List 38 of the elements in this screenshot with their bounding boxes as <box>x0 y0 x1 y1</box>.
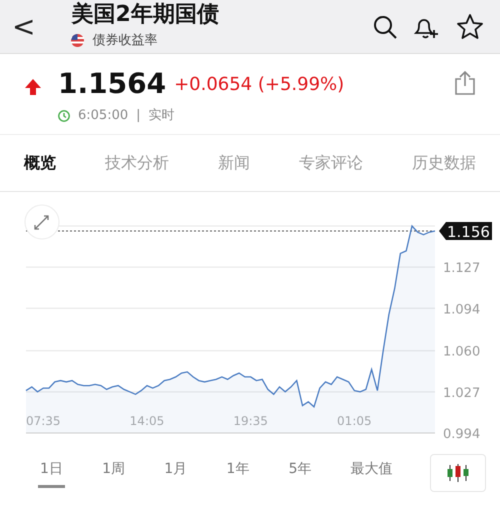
price-tag: 1.156 <box>439 222 492 240</box>
price-value: 1.1564 <box>58 70 166 98</box>
y-axis-label: 1.127 <box>443 260 480 276</box>
flag-icon <box>71 34 84 48</box>
x-axis-label: 19:35 <box>233 414 268 428</box>
y-axis-label: 1.094 <box>443 302 480 317</box>
candlestick-icon <box>446 464 470 482</box>
x-axis-label: 14:05 <box>130 414 164 428</box>
search-icon[interactable] <box>372 14 398 40</box>
range-tab[interactable]: 5年 <box>286 457 314 488</box>
y-axis-label: 0.994 <box>443 426 480 442</box>
share-icon[interactable] <box>454 70 476 96</box>
expand-icon[interactable] <box>24 204 60 239</box>
y-axis-label: 1.027 <box>443 385 480 400</box>
back-button[interactable]: < <box>0 12 48 40</box>
realtime-label: 实时 <box>148 107 175 125</box>
candlestick-button[interactable] <box>430 454 486 492</box>
x-axis-label: 07:35 <box>26 414 61 428</box>
page-title: 美国2年期国债 <box>71 2 220 27</box>
section-tab[interactable]: 历史数据 <box>412 150 476 174</box>
x-axis-label: 01:05 <box>337 414 372 428</box>
price-change: +0.0654 (+5.99%) <box>174 73 344 97</box>
range-tab[interactable]: 1周 <box>100 457 128 488</box>
range-tab[interactable]: 最大值 <box>348 457 395 488</box>
separator: | <box>136 107 141 125</box>
range-tab[interactable]: 1年 <box>224 457 252 488</box>
range-tab[interactable]: 1日 <box>38 457 65 488</box>
section-tab[interactable]: 专家评论 <box>299 150 363 174</box>
range-tab[interactable]: 1月 <box>162 457 190 488</box>
section-tab[interactable]: 概览 <box>24 150 56 174</box>
section-tab[interactable]: 技术分析 <box>105 150 169 174</box>
clock-icon <box>58 110 70 122</box>
page-subtitle: 债券收益率 <box>92 32 158 50</box>
update-time: 6:05:00 <box>78 107 128 125</box>
star-icon[interactable] <box>456 12 484 40</box>
ref-line-label: 1.156 <box>447 222 490 240</box>
y-axis-label: 1.060 <box>443 344 480 360</box>
section-tab[interactable]: 新闻 <box>218 150 250 174</box>
